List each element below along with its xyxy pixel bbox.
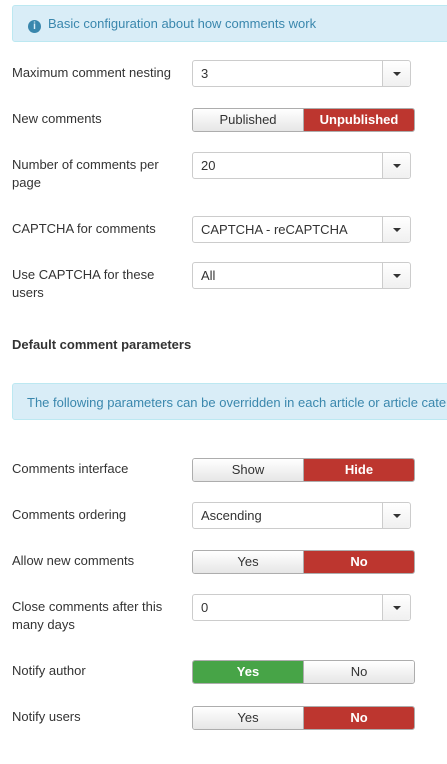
dropdown-button[interactable] [382,217,410,242]
comments-interface-toggle[interactable]: Show Hide [192,458,415,482]
comments-per-page-value: 20 [201,158,216,173]
close-after-days-select[interactable]: 0 [192,594,411,621]
new-comments-toggle[interactable]: Published Unpublished [192,108,415,132]
notify-users-toggle[interactable]: Yes No [192,706,415,730]
label-comments-per-page: Number of comments per page [12,157,159,190]
info-alert-override: The following parameters can be overridd… [12,383,447,420]
dropdown-button[interactable] [382,503,410,528]
label-close-after-days: Close comments after this many days [12,599,163,632]
option-yes[interactable]: Yes [193,707,303,729]
chevron-down-icon [393,274,401,278]
option-unpublished[interactable]: Unpublished [303,109,414,131]
notify-author-toggle[interactable]: Yes No [192,660,415,684]
chevron-down-icon [393,606,401,610]
dropdown-button[interactable] [382,263,410,288]
info-icon: i [28,20,41,33]
option-published[interactable]: Published [193,109,303,131]
option-yes[interactable]: Yes [193,661,303,683]
label-allow-new-comments: Allow new comments [12,553,135,568]
label-captcha-users: Use CAPTCHA for these users [12,267,155,300]
chevron-down-icon [393,72,401,76]
close-after-days-value: 0 [201,600,209,615]
info-alert-text: Basic configuration about how comments w… [48,16,317,31]
captcha-select[interactable]: CAPTCHA - reCAPTCHA [192,216,411,243]
option-no[interactable]: No [303,661,414,683]
label-max-nesting: Maximum comment nesting [12,65,171,80]
label-notify-author: Notify author [12,663,86,678]
chevron-down-icon [393,514,401,518]
captcha-value: CAPTCHA - reCAPTCHA [201,222,348,237]
captcha-users-select[interactable]: All [192,262,411,289]
label-comments-interface: Comments interface [12,461,129,476]
info-alert-text: The following parameters can be overridd… [27,395,447,410]
option-hide[interactable]: Hide [303,459,414,481]
captcha-users-value: All [201,268,216,283]
dropdown-button[interactable] [382,61,410,86]
label-comments-ordering: Comments ordering [12,507,127,522]
dropdown-button[interactable] [382,153,410,178]
option-yes[interactable]: Yes [193,551,303,573]
comments-ordering-select[interactable]: Ascending [192,502,411,529]
option-no[interactable]: No [303,551,414,573]
option-show[interactable]: Show [193,459,303,481]
max-nesting-select[interactable]: 3 [192,60,411,87]
label-new-comments: New comments [12,111,102,126]
chevron-down-icon [393,164,401,168]
label-captcha: CAPTCHA for comments [12,221,156,236]
comments-per-page-select[interactable]: 20 [192,152,411,179]
info-alert-basic: i Basic configuration about how comments … [12,5,447,42]
chevron-down-icon [393,228,401,232]
dropdown-button[interactable] [382,595,410,620]
allow-new-comments-toggle[interactable]: Yes No [192,550,415,574]
max-nesting-value: 3 [201,66,209,81]
label-notify-users: Notify users [12,709,81,724]
option-no[interactable]: No [303,707,414,729]
comments-ordering-value: Ascending [201,508,262,523]
section-title: Default comment parameters [12,337,192,352]
